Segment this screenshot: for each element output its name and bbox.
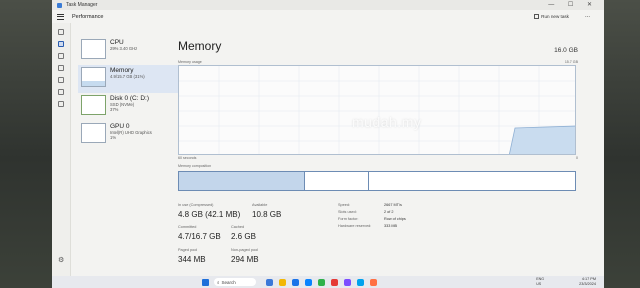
resource-name: Disk 0 (C: D:) — [110, 95, 149, 102]
taskbar-app-icon[interactable] — [305, 278, 312, 286]
taskbar-app-icon[interactable] — [292, 278, 299, 286]
stat-available-label: Available — [252, 203, 268, 207]
stat-non-paged-pool-label: Non-paged pool — [231, 248, 259, 252]
stat-committed-label: Committed — [178, 225, 197, 229]
stat-cached-value: 2.6 GB — [231, 232, 256, 241]
photo-background: Task Manager — ☐ ✕ Performance Run new t… — [0, 0, 640, 288]
composition-modified — [305, 172, 370, 190]
startup-apps-nav-icon[interactable] — [58, 65, 64, 71]
clock-date: 23/3/2024 — [579, 282, 596, 286]
taskbar-app-icon[interactable] — [279, 278, 286, 286]
stat-available-value: 10.8 GB — [252, 210, 282, 219]
run-task-icon — [534, 13, 540, 19]
taskbar-app-icon[interactable] — [331, 278, 338, 286]
detail-form-factor-value: Row of chips — [384, 217, 406, 221]
memory-usage-max: 15.7 GB — [564, 60, 578, 64]
title-bar: Task Manager — ☐ ✕ — [52, 0, 604, 10]
graph-seconds-label: 60 seconds — [178, 156, 197, 160]
language-indicator[interactable]: ENG US — [536, 277, 544, 287]
hamburger-menu-icon[interactable] — [57, 13, 64, 20]
detail-speed-key: Speed: — [338, 203, 351, 207]
composition-free — [369, 172, 575, 190]
resource-item-gpu[interactable]: GPU 0 Intel(R) UHD Graphics 1% — [78, 121, 178, 149]
language-text: ENG US — [536, 277, 544, 286]
performance-nav-icon[interactable] — [58, 41, 64, 47]
task-manager-app-icon — [57, 2, 62, 8]
search-icon: ⌕ — [217, 279, 220, 285]
memory-total: 16.0 GB — [554, 47, 578, 54]
taskbar-app-icon[interactable] — [318, 278, 325, 286]
memory-heading: Memory — [178, 39, 222, 53]
window-title: Task Manager — [66, 2, 98, 8]
system-clock[interactable]: 4:17 PM 23/3/2024 — [579, 277, 596, 287]
run-new-task-label: Run new task — [541, 13, 569, 19]
taskbar-search-label: Search — [221, 279, 236, 285]
taskbar-app-icon[interactable] — [266, 278, 273, 286]
detail-hw-reserved-key: Hardware reserved: — [338, 224, 372, 228]
services-nav-icon[interactable] — [58, 101, 64, 107]
windows-taskbar: ⌕ Search ENG US 4:17 PM 23/3/2024 — [52, 276, 604, 288]
gpu-thumbnail-graph — [81, 123, 106, 143]
taskbar-search-box[interactable]: ⌕ Search — [214, 278, 256, 286]
details-nav-icon[interactable] — [58, 89, 64, 95]
stat-in-use-value: 4.8 GB (42.1 MB) — [178, 210, 241, 219]
stat-cached-label: Cached — [231, 225, 245, 229]
task-manager-window: Task Manager — ☐ ✕ Performance Run new t… — [52, 0, 604, 276]
processes-nav-icon[interactable] — [58, 29, 64, 35]
memory-composition-bar — [178, 171, 576, 191]
run-new-task-button[interactable]: Run new task ... — [534, 13, 590, 19]
detail-form-factor-key: Form factor: — [338, 217, 359, 221]
detail-speed-value: 2667 MT/s — [384, 203, 402, 207]
resource-detail: 29% 3.40 GHz — [110, 46, 138, 51]
resource-detail-2: 37% — [110, 107, 119, 112]
resource-detail: 4.9/15.7 GB (31%) — [110, 74, 145, 79]
performance-resource-list: CPU 29% 3.40 GHz Memory 4.9/15.7 GB (31%… — [78, 37, 178, 149]
composition-in-use — [179, 172, 305, 190]
resource-detail-2: 1% — [110, 135, 117, 140]
stat-paged-pool-label: Paged pool — [178, 248, 198, 252]
resource-item-memory[interactable]: Memory 4.9/15.7 GB (31%) — [78, 65, 178, 93]
memory-usage-area — [509, 125, 575, 154]
memory-thumbnail-graph — [81, 67, 106, 87]
memory-usage-label: Memory usage — [178, 60, 202, 64]
left-nav-rail: ⚙ — [52, 23, 71, 276]
disk-thumbnail-graph — [81, 95, 106, 115]
stat-paged-pool-value: 344 MB — [178, 255, 206, 264]
detail-slots-key: Slots used: — [338, 210, 357, 214]
detail-hw-reserved-value: 333 MB — [384, 224, 398, 228]
memory-usage-graph — [178, 65, 576, 155]
users-nav-icon[interactable] — [58, 77, 64, 83]
resource-detail: Intel(R) UHD Graphics — [110, 130, 152, 135]
start-button-icon[interactable] — [202, 278, 209, 286]
resource-name: CPU — [110, 39, 124, 46]
resource-item-disk[interactable]: Disk 0 (C: D:) SSD (NVMe) 37% — [78, 93, 178, 121]
mudah-watermark: mudah.my — [352, 114, 422, 130]
app-history-nav-icon[interactable] — [58, 53, 64, 59]
taskbar-app-icon[interactable] — [344, 278, 351, 286]
stat-committed-value: 4.7/16.7 GB — [178, 232, 221, 241]
memory-composition-label: Memory composition — [178, 164, 212, 168]
page-title: Performance — [72, 13, 104, 20]
taskbar-app-icon[interactable] — [357, 278, 364, 286]
resource-name: Memory — [110, 67, 134, 74]
graph-zero-label: 0 — [576, 156, 578, 160]
resource-item-cpu[interactable]: CPU 29% 3.40 GHz — [78, 37, 178, 65]
window-controls[interactable]: — ☐ ✕ — [548, 1, 598, 8]
settings-gear-icon[interactable]: ⚙ — [58, 256, 64, 264]
taskbar-app-icons — [266, 278, 377, 286]
cpu-thumbnail-graph — [81, 39, 106, 59]
stat-in-use-label: In use (Compressed) — [178, 203, 214, 207]
resource-name: GPU 0 — [110, 123, 130, 130]
stat-non-paged-pool-value: 294 MB — [231, 255, 259, 264]
more-options-button[interactable]: ... — [585, 13, 590, 19]
page-header: Performance Run new task ... — [52, 10, 604, 23]
memory-usage-grid — [179, 66, 575, 154]
taskbar-app-icon[interactable] — [370, 278, 377, 286]
detail-slots-value: 2 of 2 — [384, 210, 394, 214]
